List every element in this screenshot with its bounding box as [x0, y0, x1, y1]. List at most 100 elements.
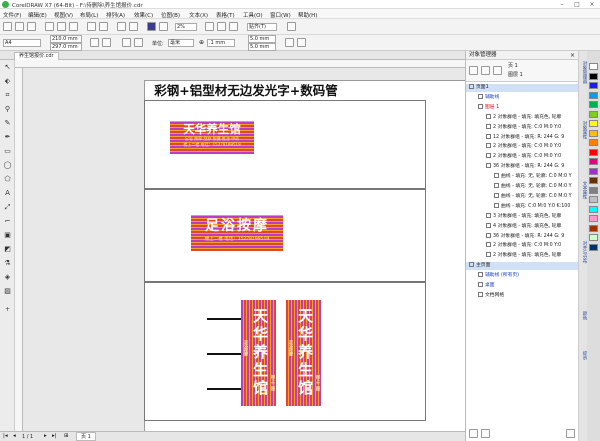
rectangle-tool-icon[interactable]: ▭: [3, 147, 12, 156]
object-tree-row[interactable]: 2 对象群组 - 填充: C:0 M:0 Y:0: [466, 143, 579, 151]
new-layer-icon[interactable]: [469, 429, 478, 438]
color-swatch[interactable]: [589, 129, 598, 137]
color-swatch[interactable]: [589, 139, 598, 146]
units-select[interactable]: 毫米: [168, 39, 194, 47]
menu-table[interactable]: 表格(T): [216, 11, 235, 19]
object-tree-row[interactable]: 2 对象群组 - 填充: C:0 M:0 Y:0: [466, 123, 579, 132]
redo-icon[interactable]: [99, 22, 108, 31]
object-tree-row[interactable]: 曲线 - 填充: 无, 轮廓: C:0 M:0 Y: [466, 173, 579, 181]
paste-icon[interactable]: [69, 22, 78, 31]
first-page-icon[interactable]: |◂: [3, 433, 8, 439]
sign-foot-massage[interactable]: 足浴按摩 楼上二楼 电话：15278199519: [191, 215, 283, 251]
color-swatch[interactable]: [589, 243, 598, 251]
docker-tab-align[interactable]: 对齐与分布: [580, 241, 587, 264]
export-icon[interactable]: [129, 22, 138, 31]
connector-tool-icon[interactable]: ⌐: [3, 217, 12, 226]
polygon-tool-icon[interactable]: ⬠: [3, 175, 12, 184]
menu-bitmaps[interactable]: 位图(B): [161, 11, 180, 19]
object-tree-row[interactable]: 2 对象群组 - 填充: C:0 M:0 Y:0: [466, 153, 579, 161]
save-icon[interactable]: [27, 22, 36, 31]
color-swatch[interactable]: [589, 63, 598, 70]
color-swatch[interactable]: [589, 158, 598, 165]
color-swatch[interactable]: [589, 224, 598, 232]
menu-layout[interactable]: 布局(L): [80, 11, 98, 19]
minimize-icon[interactable]: –: [555, 0, 569, 9]
sign-vertical-2[interactable]: 足浴按摩 天华养生馆 楼上二楼: [286, 300, 321, 406]
tab-document[interactable]: 养生馆报价.cdr: [14, 52, 59, 60]
docker-tab-hints[interactable]: 提示: [580, 351, 587, 360]
full-screen-icon[interactable]: [205, 22, 214, 31]
color-swatch[interactable]: [589, 148, 598, 156]
crop-tool-icon[interactable]: ⌗: [3, 91, 12, 100]
menu-tools[interactable]: 工具(O): [243, 11, 263, 19]
freehand-tool-icon[interactable]: ✎: [3, 119, 12, 128]
close-icon[interactable]: ×: [585, 0, 599, 9]
smart-fill-icon[interactable]: ▨: [3, 287, 12, 296]
docker-tab-text-properties[interactable]: 文本属性: [580, 181, 587, 199]
object-tree-row[interactable]: 36 对象群组 - 填充: R: 244 G: 9: [466, 232, 579, 241]
prev-page-icon[interactable]: ◂: [13, 433, 16, 439]
object-tree-row[interactable]: 3 对象群组 - 填充: 填充色, 轮廓: [466, 212, 579, 221]
new-doc-icon[interactable]: [3, 22, 12, 31]
docker-tab-object-properties[interactable]: 对象属性: [580, 121, 587, 139]
color-swatch[interactable]: [589, 110, 598, 118]
zoom-level-field[interactable]: 2%: [175, 23, 197, 31]
color-swatch[interactable]: [589, 177, 598, 184]
show-properties-icon[interactable]: [469, 66, 478, 75]
paper-size-select[interactable]: A4: [3, 39, 41, 47]
menu-view[interactable]: 视图(V): [54, 11, 73, 19]
object-tree-row[interactable]: 图层 1: [466, 103, 579, 112]
import-icon[interactable]: [117, 22, 126, 31]
snap-to-dropdown[interactable]: 贴齐(T): [247, 23, 277, 31]
menu-effects[interactable]: 效果(C): [134, 11, 153, 19]
object-tree-row[interactable]: 4 对象群组 - 填充: 填充色, 轮廓: [466, 222, 579, 231]
object-tree-row[interactable]: 页面1: [466, 84, 579, 92]
pick-tool-icon[interactable]: ↖: [3, 63, 12, 72]
duplicate-y-field[interactable]: 5.0 mm: [248, 43, 276, 51]
parallel-dimension-icon[interactable]: ⤢: [3, 203, 12, 212]
color-swatch[interactable]: [589, 120, 598, 127]
object-tree-row[interactable]: 辅助线: [466, 93, 579, 102]
rulers-icon[interactable]: [217, 22, 226, 31]
layer-manager-view-icon[interactable]: [493, 66, 502, 75]
menu-edit[interactable]: 编辑(E): [28, 11, 47, 19]
color-swatch[interactable]: [589, 186, 598, 194]
units-toggle-icon[interactable]: [285, 38, 294, 47]
color-swatch[interactable]: [589, 101, 598, 108]
maximize-icon[interactable]: □: [570, 0, 584, 9]
menu-file[interactable]: 文件(F): [3, 11, 21, 19]
color-swatch[interactable]: [589, 205, 598, 213]
next-page-icon[interactable]: ▸: [44, 433, 47, 439]
duplicate-x-field[interactable]: 5.0 mm: [248, 35, 276, 43]
sign-tianhua-horizontal[interactable]: 天华养生馆 足浴 按摩 刮痧 拔罐 推油 中药 楼上二楼 电话：15278199…: [170, 121, 254, 154]
cut-icon[interactable]: [45, 22, 54, 31]
eyedropper-icon[interactable]: ⚗: [3, 259, 12, 268]
panel-close-icon[interactable]: ×: [570, 51, 575, 60]
undo-icon[interactable]: [87, 22, 96, 31]
tab-page-1[interactable]: 页 1: [76, 432, 96, 441]
transparency-icon[interactable]: ◩: [3, 245, 12, 254]
landscape-icon[interactable]: [102, 38, 111, 47]
object-tree-row[interactable]: 12 对象群组 - 填充: R: 244 G: 9: [466, 133, 579, 142]
object-tree-row[interactable]: 2 对象群组 - 填充: C:0 M:0 Y:0: [466, 242, 579, 250]
drawing-canvas[interactable]: 彩钢+铝型材无边发光字+数码管 天华养生馆 足浴 按摩 刮痧 拔罐 推油 中药 …: [23, 68, 466, 435]
new-master-layer-icon[interactable]: [481, 429, 490, 438]
object-tree-row[interactable]: 曲线 - 填充: 无, 轮廓: C:0 M:0 Y: [466, 183, 579, 191]
menu-arrange[interactable]: 排列(A): [106, 11, 125, 19]
text-tool-icon[interactable]: A: [3, 189, 12, 198]
interactive-fill-icon[interactable]: ◈: [3, 273, 12, 282]
ellipse-tool-icon[interactable]: ◯: [3, 161, 12, 170]
color-swatch[interactable]: [589, 72, 598, 80]
artistic-media-icon[interactable]: ✒: [3, 133, 12, 142]
sign-vertical-1[interactable]: 足浴按摩 天华养生馆 楼上二楼: [241, 300, 276, 406]
grid-icon[interactable]: [229, 22, 238, 31]
page-height-field[interactable]: 297.0 mm: [50, 43, 82, 51]
object-tree-row[interactable]: 曲线 - 填充: C:0 M:0 Y:0 K:100: [466, 202, 579, 211]
nudge-field[interactable]: .1 mm: [207, 39, 235, 47]
all-pages-icon[interactable]: [122, 38, 131, 47]
object-tree-row[interactable]: 曲线 - 填充: 无, 轮廓: C:0 M:0 Y: [466, 192, 579, 201]
color-swatch[interactable]: [589, 82, 598, 89]
drop-shadow-icon[interactable]: ▣: [3, 231, 12, 240]
color-swatch[interactable]: [589, 167, 598, 175]
zoom-tool-icon[interactable]: ⚲: [3, 105, 12, 114]
